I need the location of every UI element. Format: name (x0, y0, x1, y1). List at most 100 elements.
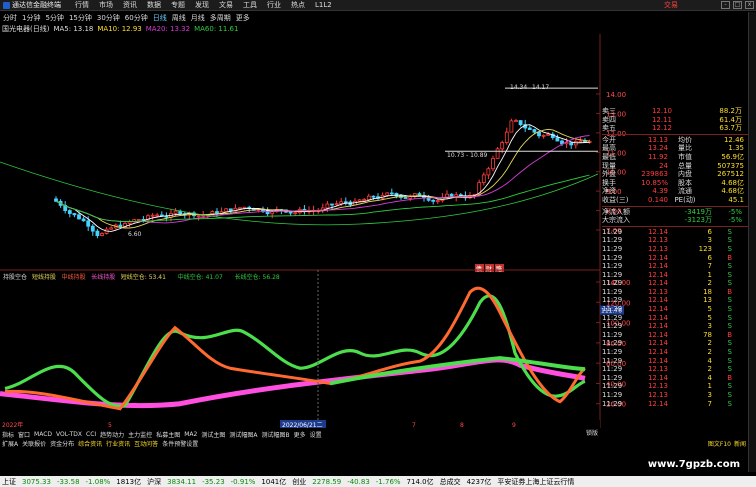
candle-body (417, 193, 422, 196)
indicator-legend: 长线空仓: 56.28 (235, 273, 280, 281)
ma60-label: MA60: 11.61 (194, 25, 239, 33)
candle-body (173, 210, 178, 214)
ma20-label: MA20: 13.32 (145, 25, 191, 33)
extension-tab[interactable]: 关联报价 (22, 439, 46, 448)
indicator-tab[interactable]: 测试幅图B (261, 430, 289, 439)
minimize-icon[interactable]: - (721, 1, 730, 9)
candle-body (495, 148, 500, 159)
stat-row: 最高 13.24 量比 1.35 (602, 144, 756, 153)
tick-time: 11:29 (602, 296, 623, 305)
extension-tab[interactable]: 互动问答 (134, 439, 158, 448)
menu-hotspot[interactable]: 热点 (286, 0, 310, 10)
flow-pct: -5% (728, 207, 742, 216)
index-name: 上证 (2, 477, 16, 486)
candle-body (330, 203, 334, 206)
indicator-tab[interactable]: 更多 (294, 430, 306, 439)
extension-tab[interactable]: 行业资讯 (106, 439, 130, 448)
tick-price: 12.14 (647, 305, 668, 314)
indicator-tab[interactable]: 趋势动力 (100, 430, 124, 439)
indicator-tab[interactable]: 测试幅图A (229, 430, 257, 439)
tick-direction: S (727, 365, 732, 374)
indicator-tab[interactable]: 私募主图 (156, 430, 180, 439)
tick-time: 11:29 (602, 365, 623, 374)
tick-row: 11:29 12.13 18 B (602, 288, 756, 297)
tick-direction: S (727, 296, 732, 305)
tick-row: 11:29 12.14 6 S (602, 228, 756, 237)
candle-body (569, 142, 574, 146)
menu-quotes[interactable]: 行情 (70, 0, 94, 10)
close-icon[interactable]: x (745, 1, 754, 9)
period-tab[interactable]: 5分钟 (45, 13, 63, 23)
tick-volume: 7 (707, 262, 712, 271)
tick-price: 12.14 (647, 313, 668, 322)
period-tab[interactable]: 多周期 (210, 13, 231, 23)
tick-volume: 1 (707, 270, 712, 279)
menu-news[interactable]: 资讯 (118, 0, 142, 10)
period-tab[interactable]: 15分钟 (69, 13, 92, 23)
candle-body (481, 174, 486, 183)
extension-tab[interactable]: 条件预警设置 (162, 439, 198, 448)
right-tab[interactable]: 图文F10 (708, 439, 731, 448)
menu-industry[interactable]: 行业 (262, 0, 286, 10)
tick-row: 11:29 12.14 2 S (602, 339, 756, 348)
extension-tab[interactable]: 综合资讯 (78, 439, 102, 448)
lock-layout-button[interactable]: 锁版 (586, 428, 598, 437)
tick-row: 11:29 12.13 2 S (602, 365, 756, 374)
low-price-label: 6.60 (128, 231, 142, 238)
sell-label: 卖五 (602, 124, 616, 133)
extension-tab[interactable]: 资金分布 (50, 439, 74, 448)
tick-row: 11:29 12.14 2 S (602, 348, 756, 357)
tick-time: 11:29 (602, 382, 623, 391)
stat-label: 现量 (602, 161, 616, 170)
date-label: 8 (460, 422, 464, 428)
stat-value: 1.35 (728, 144, 744, 153)
trade-button[interactable]: 交易 (664, 0, 678, 10)
indicator-tab[interactable]: MACD (34, 431, 52, 438)
period-tab[interactable]: 周线 (172, 13, 186, 23)
right-tab[interactable]: 新闻 (734, 439, 746, 448)
maximize-icon[interactable]: □ (733, 1, 742, 9)
period-bar: 分时 1分钟 5分钟 15分钟 30分钟 60分钟 日线 周线 月线 多周期 更多 (0, 12, 600, 23)
menu-tools[interactable]: 工具 (238, 0, 262, 10)
menu-topics[interactable]: 专题 (166, 0, 190, 10)
tick-volume: 13 (703, 296, 712, 305)
menu-l1l2[interactable]: L1L2 (310, 1, 337, 9)
indicator-tab[interactable]: 测试主图 (201, 430, 225, 439)
tick-direction: S (727, 322, 732, 331)
period-tab[interactable]: 30分钟 (97, 13, 120, 23)
date-label: 7 (412, 422, 416, 428)
period-tab[interactable]: 1分钟 (22, 13, 40, 23)
indicator-tab[interactable]: MA2 (184, 431, 197, 438)
flow-label: 大宗流入 (602, 216, 630, 225)
indicator-tabs: 指标 窗口 MACD VOL-TDX CCI 趋势动力 主力监控 私募主图 MA2 测试主图 测试幅… (0, 430, 756, 439)
menu-discover[interactable]: 发现 (190, 0, 214, 10)
menu-data[interactable]: 数据 (142, 0, 166, 10)
indicator-tab[interactable]: 指标 (2, 430, 14, 439)
stat-value: 13.24 (647, 144, 668, 153)
vertical-scrollbar[interactable] (748, 12, 756, 472)
panel-sep (602, 133, 756, 135)
indicator-tab[interactable]: 主力监控 (128, 430, 152, 439)
period-tab[interactable]: 分时 (3, 13, 17, 23)
period-tab[interactable]: 月线 (191, 13, 205, 23)
indicator-tab[interactable]: CCI (86, 431, 96, 438)
tick-volume: 1 (707, 382, 712, 391)
extension-tab[interactable]: 扩展A (2, 439, 18, 448)
candle-body (90, 225, 95, 232)
stat-value: 4.39 (652, 187, 668, 196)
tick-volume: 2 (707, 339, 712, 348)
period-tab[interactable]: 日线 (153, 13, 167, 23)
candle-body (155, 214, 160, 217)
period-tab[interactable]: 60分钟 (125, 13, 148, 23)
indicator-tab[interactable]: 窗口 (18, 430, 30, 439)
stat-label: 最高 (602, 144, 616, 153)
stat-row: 净资 4.39 流通 4.68亿 (602, 187, 756, 196)
indicator-tab[interactable]: 设置 (310, 430, 322, 439)
menu-market[interactable]: 市场 (94, 0, 118, 10)
flow-row: 大宗流入 -3123万 -5% (602, 216, 756, 225)
indicator-tab[interactable]: VOL-TDX (56, 431, 82, 438)
menu-wenyi[interactable]: 文易 (214, 0, 238, 10)
index-name: 创业 (292, 477, 307, 486)
period-tab[interactable]: 更多 (236, 13, 250, 23)
candle-body (54, 198, 58, 202)
